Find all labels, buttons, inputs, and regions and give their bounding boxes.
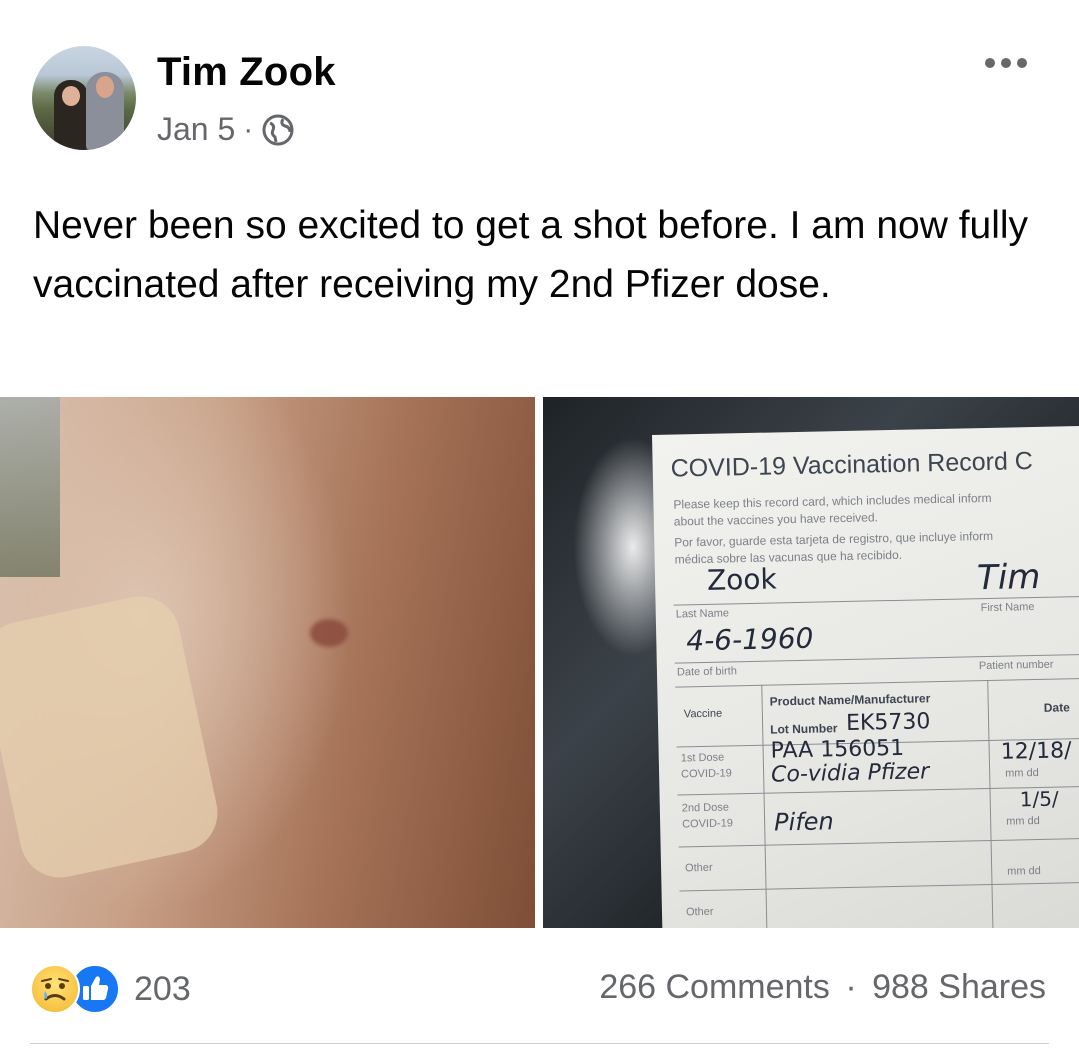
author-avatar[interactable]	[32, 46, 136, 150]
first-name-value: Tim	[976, 556, 1041, 599]
shares-count[interactable]: 988 Shares	[872, 968, 1046, 1006]
avatar-person-right	[86, 72, 124, 150]
comments-count[interactable]: 266 Comments	[599, 968, 830, 1006]
card-note-en-1: Please keep this record card, which incl…	[673, 490, 992, 512]
other-date-hint: mm dd	[1007, 864, 1041, 878]
row-line-3	[678, 837, 1079, 848]
col-lot: Lot Number	[770, 721, 838, 737]
last-name-label: Last Name	[675, 607, 730, 621]
col-product: Product Name/Manufacturer	[769, 691, 931, 709]
reaction-count: 203	[134, 969, 191, 1008]
sad-reaction-icon	[30, 964, 80, 1014]
photo-arm[interactable]	[0, 397, 535, 928]
table-col-line-1	[761, 684, 768, 928]
table-top-line	[675, 677, 1079, 688]
dose2-vaccine: COVID-19	[682, 817, 734, 831]
globe-icon[interactable]	[261, 113, 295, 147]
post-stats: 266 Comments · 988 Shares	[599, 968, 1046, 1007]
post-date[interactable]: Jan 5	[157, 111, 235, 148]
vaccination-card: COVID-19 Vaccination Record C Please kee…	[652, 425, 1079, 928]
last-name-value: Zook	[706, 562, 778, 597]
reactions-summary[interactable]: 203	[30, 964, 191, 1014]
table-col-line-2	[987, 680, 994, 928]
dose1-product: Co-vidia Pfizer	[770, 759, 930, 788]
footer-divider	[30, 1043, 1049, 1044]
meta-separator: ·	[243, 112, 254, 146]
post-text: Never been so excited to get a shot befo…	[33, 204, 1029, 306]
other-label-1: Other	[684, 861, 713, 875]
dob-label: Date of birth	[676, 665, 738, 679]
author-name[interactable]: Tim Zook	[157, 50, 336, 95]
dose1-label: 1st Dose	[680, 751, 725, 765]
bandage-mark	[0, 589, 225, 885]
dose2-product: Pifen	[773, 807, 835, 837]
row-line-4	[679, 881, 1079, 892]
first-name-label: First Name	[980, 601, 1035, 615]
photo-background	[0, 397, 60, 577]
dose2-date: 1/5/	[1019, 786, 1059, 812]
card-note-en-2: about the vaccines you have received.	[673, 510, 879, 529]
col-vaccine: Vaccine	[683, 707, 723, 721]
photo-vaccination-card[interactable]: COVID-19 Vaccination Record C Please kee…	[543, 397, 1079, 928]
stats-separator: ·	[845, 968, 857, 1006]
col-date: Date	[1043, 700, 1070, 715]
dob-value: 4-6-1960	[685, 621, 814, 658]
dose2-date-hint: mm dd	[1006, 814, 1040, 828]
facebook-post: Tim Zook Jan 5 · Never been so excited t…	[0, 0, 1079, 1048]
patient-number-label: Patient number	[978, 658, 1054, 673]
dose1-date: 12/18/	[1000, 738, 1072, 765]
avatar-person-left	[54, 80, 88, 150]
injection-spot	[310, 619, 348, 647]
post-meta: Jan 5 ·	[157, 111, 295, 148]
dose2-label: 2nd Dose	[681, 801, 730, 815]
card-title: COVID-19 Vaccination Record C	[670, 447, 1034, 483]
card-note-es-1: Por favor, guarde esta tarjeta de regist…	[674, 528, 994, 550]
more-options-icon[interactable]	[985, 58, 1027, 68]
dose1-vaccine: COVID-19	[680, 767, 732, 781]
dose1-date-hint: mm dd	[1005, 766, 1039, 780]
other-label-2: Other	[685, 905, 714, 919]
lot-number-value: EK5730	[845, 709, 931, 736]
